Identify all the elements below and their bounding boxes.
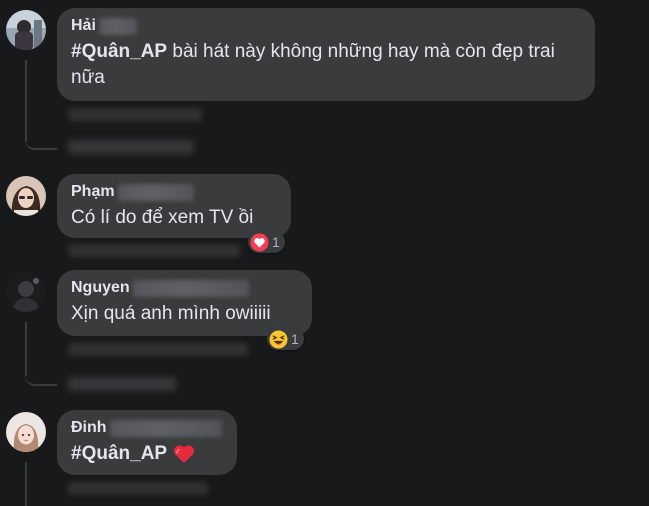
comment-author[interactable]: Hải <box>71 16 96 36</box>
hashtag-link[interactable]: #Quân_AP <box>71 41 167 62</box>
avatar[interactable] <box>6 10 46 50</box>
reaction-summary[interactable]: 1 <box>248 231 285 253</box>
comment-author[interactable]: Phạm <box>71 182 115 202</box>
reaction-count: 1 <box>291 331 299 347</box>
comment-text: #Quân_AP <box>71 441 223 467</box>
comment-author[interactable]: Nguyen <box>71 278 130 298</box>
hashtag-link[interactable]: #Quân_AP <box>71 441 167 467</box>
laughing-face-icon <box>269 329 288 349</box>
reaction-summary[interactable]: 1 <box>267 328 304 350</box>
comment-bubble[interactable]: Hải #Quân_AP bài hát này không những hay… <box>57 8 595 101</box>
comment-text: Xịn quá anh mình owiiiii <box>71 303 271 324</box>
blurred-author-name <box>98 17 137 35</box>
comment-author[interactable]: Đinh <box>71 418 107 438</box>
blurred-author-name <box>132 279 249 297</box>
avatar[interactable] <box>6 272 46 312</box>
comment-text: #Quân_AP bài hát này không những hay mà … <box>71 41 555 88</box>
blurred-author-name <box>117 183 194 201</box>
heart-reaction-icon <box>250 232 269 252</box>
blurred-comment-actions <box>68 343 248 356</box>
thread-connector <box>25 462 27 506</box>
thread-connector-elbow <box>25 120 57 150</box>
avatar[interactable] <box>6 412 46 452</box>
red-heart-icon <box>174 445 195 463</box>
blurred-comment-actions <box>68 108 202 121</box>
comment-bubble[interactable]: Phạm Có lí do để xem TV ồi <box>57 174 291 238</box>
comment-bubble[interactable]: Đinh #Quân_AP <box>57 410 237 475</box>
thread-connector-elbow <box>25 356 57 386</box>
comment-thread: Hải #Quân_AP bài hát này không những hay… <box>0 0 649 506</box>
avatar[interactable] <box>6 176 46 216</box>
blurred-comment-actions <box>68 244 240 257</box>
blurred-comment-actions <box>68 482 208 495</box>
comment-text: Có lí do để xem TV ồi <box>71 207 254 228</box>
comment-bubble[interactable]: Nguyen Xịn quá anh mình owiiiii <box>57 270 312 336</box>
reaction-count: 1 <box>272 234 280 250</box>
blurred-author-name <box>109 419 222 437</box>
blurred-replies-link <box>68 140 194 154</box>
blurred-replies-link <box>68 377 176 391</box>
